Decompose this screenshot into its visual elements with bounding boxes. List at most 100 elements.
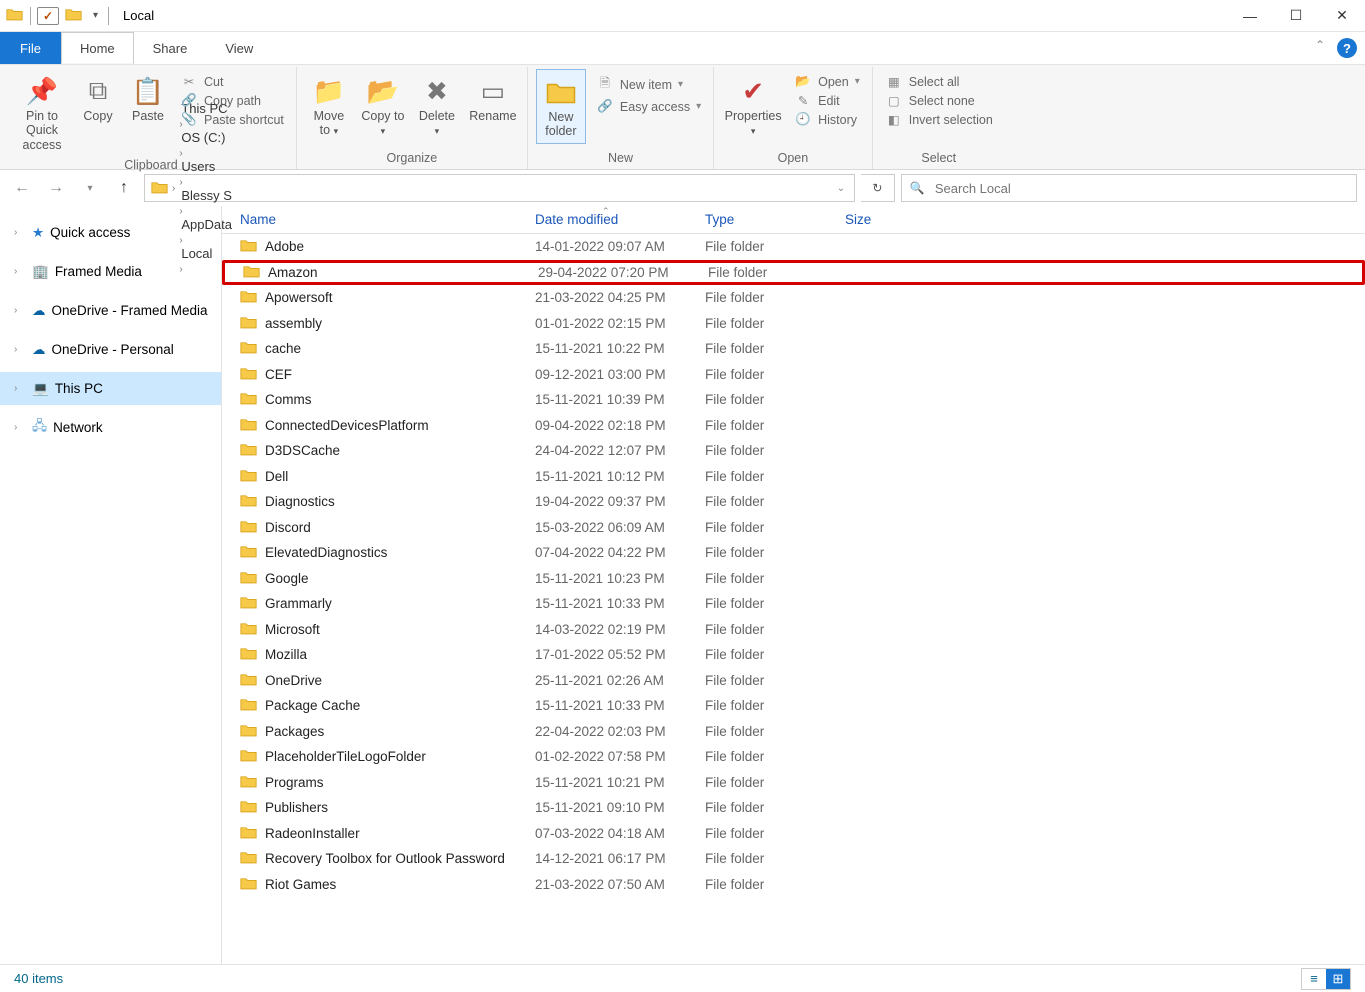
folder-icon (6, 7, 24, 25)
refresh-button[interactable]: ↻ (861, 174, 895, 202)
copy-to-button[interactable]: 📂 Copy to ▾ (359, 69, 407, 142)
thumbnails-view-button[interactable]: ⊞ (1326, 969, 1350, 989)
file-row[interactable]: Google15-11-2021 10:23 PMFile folder (222, 566, 1365, 592)
recent-locations-button[interactable]: ▾ (76, 174, 104, 202)
invert-selection-button[interactable]: ◧Invert selection (881, 111, 997, 128)
file-row[interactable]: ElevatedDiagnostics07-04-2022 04:22 PMFi… (222, 540, 1365, 566)
file-row[interactable]: OneDrive25-11-2021 02:26 AMFile folder (222, 668, 1365, 694)
nav-this-pc[interactable]: ›💻This PC (0, 372, 221, 405)
tab-share[interactable]: Share (134, 32, 207, 64)
nav-framed-media[interactable]: ›🏢Framed Media (0, 255, 221, 288)
maximize-button[interactable]: ☐ (1273, 0, 1319, 31)
folder-icon (240, 799, 257, 816)
rename-button[interactable]: ▭ Rename (467, 69, 519, 127)
back-button[interactable]: ← (8, 174, 36, 202)
copy-path-button[interactable]: 🔗Copy path (176, 92, 288, 109)
file-row[interactable]: Programs15-11-2021 10:21 PMFile folder (222, 770, 1365, 796)
tab-file[interactable]: File (0, 32, 61, 64)
minimize-button[interactable]: — (1227, 0, 1273, 31)
star-icon: ★ (32, 225, 44, 241)
file-row[interactable]: CEF09-12-2021 03:00 PMFile folder (222, 362, 1365, 388)
qat-dropdown-icon[interactable]: ▾ (89, 10, 102, 21)
paste-button[interactable]: 📋 Paste (126, 69, 170, 127)
file-row[interactable]: Packages22-04-2022 02:03 PMFile folder (222, 719, 1365, 745)
move-to-button[interactable]: 📁 Move to ▾ (305, 69, 353, 142)
file-row[interactable]: Package Cache15-11-2021 10:33 PMFile fol… (222, 693, 1365, 719)
select-all-button[interactable]: ▦Select all (881, 73, 997, 90)
file-type: File folder (705, 877, 845, 892)
close-button[interactable]: ✕ (1319, 0, 1365, 31)
cut-button[interactable]: ✂Cut (176, 73, 288, 90)
chevron-right-icon[interactable]: › (170, 183, 177, 194)
file-row[interactable]: Amazon29-04-2022 07:20 PMFile folder (222, 260, 1365, 286)
file-row[interactable]: Recovery Toolbox for Outlook Password14-… (222, 846, 1365, 872)
breadcrumb-item[interactable]: Blessy S (177, 188, 236, 203)
folder-icon (240, 646, 257, 663)
file-row[interactable]: Riot Games21-03-2022 07:50 AMFile folder (222, 872, 1365, 898)
details-view-button[interactable]: ≡ (1302, 969, 1326, 989)
file-row[interactable]: D3DSCache24-04-2022 12:07 PMFile folder (222, 438, 1365, 464)
new-folder-icon (546, 74, 576, 110)
column-type[interactable]: Type (705, 212, 845, 227)
history-button[interactable]: 🕘History (790, 111, 864, 128)
file-row[interactable]: Publishers15-11-2021 09:10 PMFile folder (222, 795, 1365, 821)
copy-path-icon: 🔗 (180, 93, 198, 108)
copy-button[interactable]: ⧉ Copy (76, 69, 120, 127)
folder-icon (240, 417, 257, 434)
file-row[interactable]: Mozilla17-01-2022 05:52 PMFile folder (222, 642, 1365, 668)
tab-view[interactable]: View (206, 32, 272, 64)
file-row[interactable]: Dell15-11-2021 10:12 PMFile folder (222, 464, 1365, 490)
paste-shortcut-button[interactable]: 📎Paste shortcut (176, 111, 288, 128)
column-size[interactable]: Size (845, 212, 945, 227)
file-type: File folder (705, 494, 845, 509)
address-box[interactable]: › This PC›OS (C:)›Users›Blessy S›AppData… (144, 174, 855, 202)
forward-button[interactable]: → (42, 174, 70, 202)
folder-icon (240, 289, 257, 306)
easy-access-button[interactable]: 🔗Easy access (592, 98, 705, 115)
pin-to-quick-access-button[interactable]: 📌 Pin to Quick access (14, 69, 70, 156)
ribbon-collapse-icon[interactable]: ⌃ (1311, 32, 1329, 64)
address-dropdown-icon[interactable]: ⌄ (832, 174, 850, 202)
chevron-right-icon[interactable]: › (177, 177, 184, 188)
file-row[interactable]: Diagnostics19-04-2022 09:37 PMFile folde… (222, 489, 1365, 515)
view-toggle: ≡ ⊞ (1301, 968, 1351, 990)
nav-network[interactable]: ›🖧Network (0, 411, 221, 444)
paste-icon: 📋 (132, 73, 164, 109)
qat-properties-icon[interactable]: ✓ (37, 7, 59, 25)
file-row[interactable]: RadeonInstaller07-03-2022 04:18 AMFile f… (222, 821, 1365, 847)
file-row[interactable]: Grammarly15-11-2021 10:33 PMFile folder (222, 591, 1365, 617)
help-icon[interactable]: ? (1337, 38, 1357, 58)
file-list[interactable]: Adobe14-01-2022 09:07 AMFile folderAmazo… (222, 234, 1365, 964)
new-item-button[interactable]: 🗎New item (592, 73, 705, 96)
file-name: Programs (265, 775, 324, 790)
file-row[interactable]: ConnectedDevicesPlatform09-04-2022 02:18… (222, 413, 1365, 439)
up-button[interactable]: ↑ (110, 174, 138, 202)
file-row[interactable]: Adobe14-01-2022 09:07 AMFile folder (222, 234, 1365, 260)
edit-button[interactable]: ✎Edit (790, 92, 864, 109)
edit-icon: ✎ (794, 93, 812, 108)
building-icon: 🏢 (32, 264, 49, 280)
delete-button[interactable]: ✖ Delete ▾ (413, 69, 461, 142)
file-row[interactable]: Discord15-03-2022 06:09 AMFile folder (222, 515, 1365, 541)
nav-quick-access[interactable]: ›★Quick access (0, 216, 221, 249)
select-none-button[interactable]: ▢Select none (881, 92, 997, 109)
search-box[interactable]: 🔍 (901, 174, 1357, 202)
tab-home[interactable]: Home (61, 32, 134, 64)
file-row[interactable]: Apowersoft21-03-2022 04:25 PMFile folder (222, 285, 1365, 311)
file-row[interactable]: Microsoft14-03-2022 02:19 PMFile folder (222, 617, 1365, 643)
file-row[interactable]: PlaceholderTileLogoFolder01-02-2022 07:5… (222, 744, 1365, 770)
new-folder-button[interactable]: New folder (536, 69, 586, 144)
column-date[interactable]: Date modified (535, 212, 705, 227)
open-button[interactable]: 📂Open (790, 73, 864, 90)
search-input[interactable] (933, 180, 1348, 197)
nav-onedrive-personal[interactable]: ›☁OneDrive - Personal (0, 333, 221, 366)
file-row[interactable]: cache15-11-2021 10:22 PMFile folder (222, 336, 1365, 362)
column-name[interactable]: Name (240, 212, 535, 227)
chevron-right-icon: › (14, 305, 26, 316)
file-row[interactable]: Comms15-11-2021 10:39 PMFile folder (222, 387, 1365, 413)
nav-onedrive-framed[interactable]: ›☁OneDrive - Framed Media (0, 294, 221, 327)
file-row[interactable]: assembly01-01-2022 02:15 PMFile folder (222, 311, 1365, 337)
file-date: 25-11-2021 02:26 AM (535, 673, 705, 688)
folder-icon (240, 493, 257, 510)
properties-button[interactable]: ✔ Properties ▾ (722, 69, 784, 142)
